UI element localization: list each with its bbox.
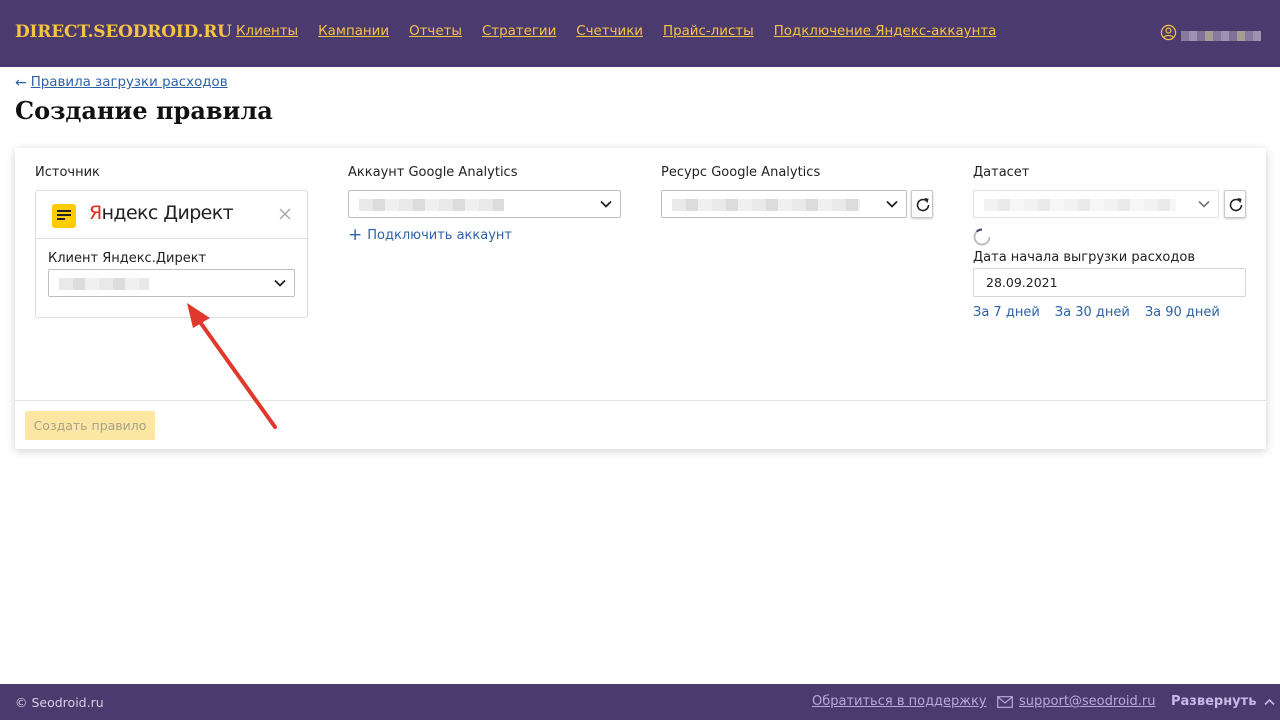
yandex-direct-logo-text: Яндекс Директ	[89, 202, 234, 224]
connect-account-label: Подключить аккаунт	[367, 228, 512, 243]
nav-strategies[interactable]: Стратегии	[482, 24, 556, 39]
dataset-label: Датасет	[973, 165, 1030, 180]
user-name-redacted	[1181, 30, 1261, 41]
create-rule-button[interactable]: Создать правило	[25, 411, 155, 440]
loading-spinner-icon	[973, 228, 991, 246]
range-7-days[interactable]: За 7 дней	[973, 305, 1040, 320]
chevron-down-icon	[1198, 200, 1210, 208]
quick-range-links: За 7 дней За 30 дней За 90 дней	[973, 305, 1220, 320]
yandex-direct-icon	[52, 204, 76, 228]
footer: © Seodroid.ru Обратиться в поддержку sup…	[0, 684, 1280, 720]
client-select[interactable]	[48, 269, 295, 297]
arrow-left-icon: ←	[15, 74, 27, 91]
source-header: Яндекс Директ	[36, 191, 307, 239]
chevron-down-icon	[274, 279, 286, 287]
client-label: Клиент Яндекс.Директ	[48, 251, 207, 266]
plus-icon: +	[348, 225, 363, 245]
page-title: Создание правила	[15, 96, 273, 125]
expand-label: Развернуть	[1171, 694, 1257, 709]
support-email-link[interactable]: support@seodroid.ru	[997, 694, 1155, 709]
nav-counters[interactable]: Счетчики	[576, 24, 643, 39]
close-icon[interactable]	[277, 206, 293, 222]
ga-account-value-redacted	[359, 199, 504, 211]
refresh-icon	[916, 198, 930, 212]
range-90-days[interactable]: За 90 дней	[1145, 305, 1220, 320]
source-box: Яндекс Директ Клиент Яндекс.Директ	[35, 190, 308, 318]
user-menu[interactable]	[1160, 24, 1261, 41]
user-icon	[1160, 24, 1177, 41]
back-link[interactable]: Правила загрузки расходов	[31, 75, 228, 90]
chevron-down-icon	[600, 200, 612, 208]
chevron-up-icon	[1264, 698, 1275, 705]
main-nav: Клиенты Кампании Отчеты Стратегии Счетчи…	[236, 24, 996, 39]
nav-campaigns[interactable]: Кампании	[318, 24, 389, 39]
dataset-select[interactable]	[973, 190, 1219, 218]
refresh-dataset-button[interactable]	[1224, 190, 1246, 218]
top-header: DIRECT.SEODROID.RU Клиенты Кампании Отче…	[0, 0, 1280, 67]
rule-form-card: Источник Яндекс Директ Клиент Яндекс.Дир…	[15, 148, 1266, 449]
refresh-resource-button[interactable]	[911, 190, 933, 218]
ga-account-label: Аккаунт Google Analytics	[348, 165, 518, 180]
nav-clients[interactable]: Клиенты	[236, 24, 298, 39]
card-divider	[15, 400, 1266, 401]
start-date-label: Дата начала выгрузки расходов	[973, 250, 1195, 265]
mail-icon	[997, 695, 1013, 708]
nav-reports[interactable]: Отчеты	[409, 24, 462, 39]
source-label: Источник	[35, 165, 100, 180]
refresh-icon	[1229, 198, 1243, 212]
expand-footer-button[interactable]: Развернуть	[1171, 694, 1275, 709]
brand-logo[interactable]: DIRECT.SEODROID.RU	[15, 22, 232, 42]
ga-resource-value-redacted	[672, 199, 860, 211]
ga-resource-select[interactable]	[661, 190, 907, 218]
nav-yandex-connect[interactable]: Подключение Яндекс-аккаунта	[774, 24, 997, 39]
range-30-days[interactable]: За 30 дней	[1055, 305, 1130, 320]
chevron-down-icon	[886, 200, 898, 208]
start-date-input[interactable]	[973, 268, 1246, 297]
support-link[interactable]: Обратиться в поддержку	[812, 694, 987, 709]
breadcrumb: ← Правила загрузки расходов	[15, 75, 228, 90]
support-email: support@seodroid.ru	[1019, 694, 1156, 709]
client-value-redacted	[59, 278, 149, 290]
copyright: © Seodroid.ru	[15, 695, 104, 710]
nav-price-lists[interactable]: Прайс-листы	[663, 24, 754, 39]
ga-account-select[interactable]	[348, 190, 621, 218]
connect-account-link[interactable]: + Подключить аккаунт	[348, 225, 512, 245]
dataset-value-redacted	[984, 199, 1176, 211]
ga-resource-label: Ресурс Google Analytics	[661, 165, 821, 180]
